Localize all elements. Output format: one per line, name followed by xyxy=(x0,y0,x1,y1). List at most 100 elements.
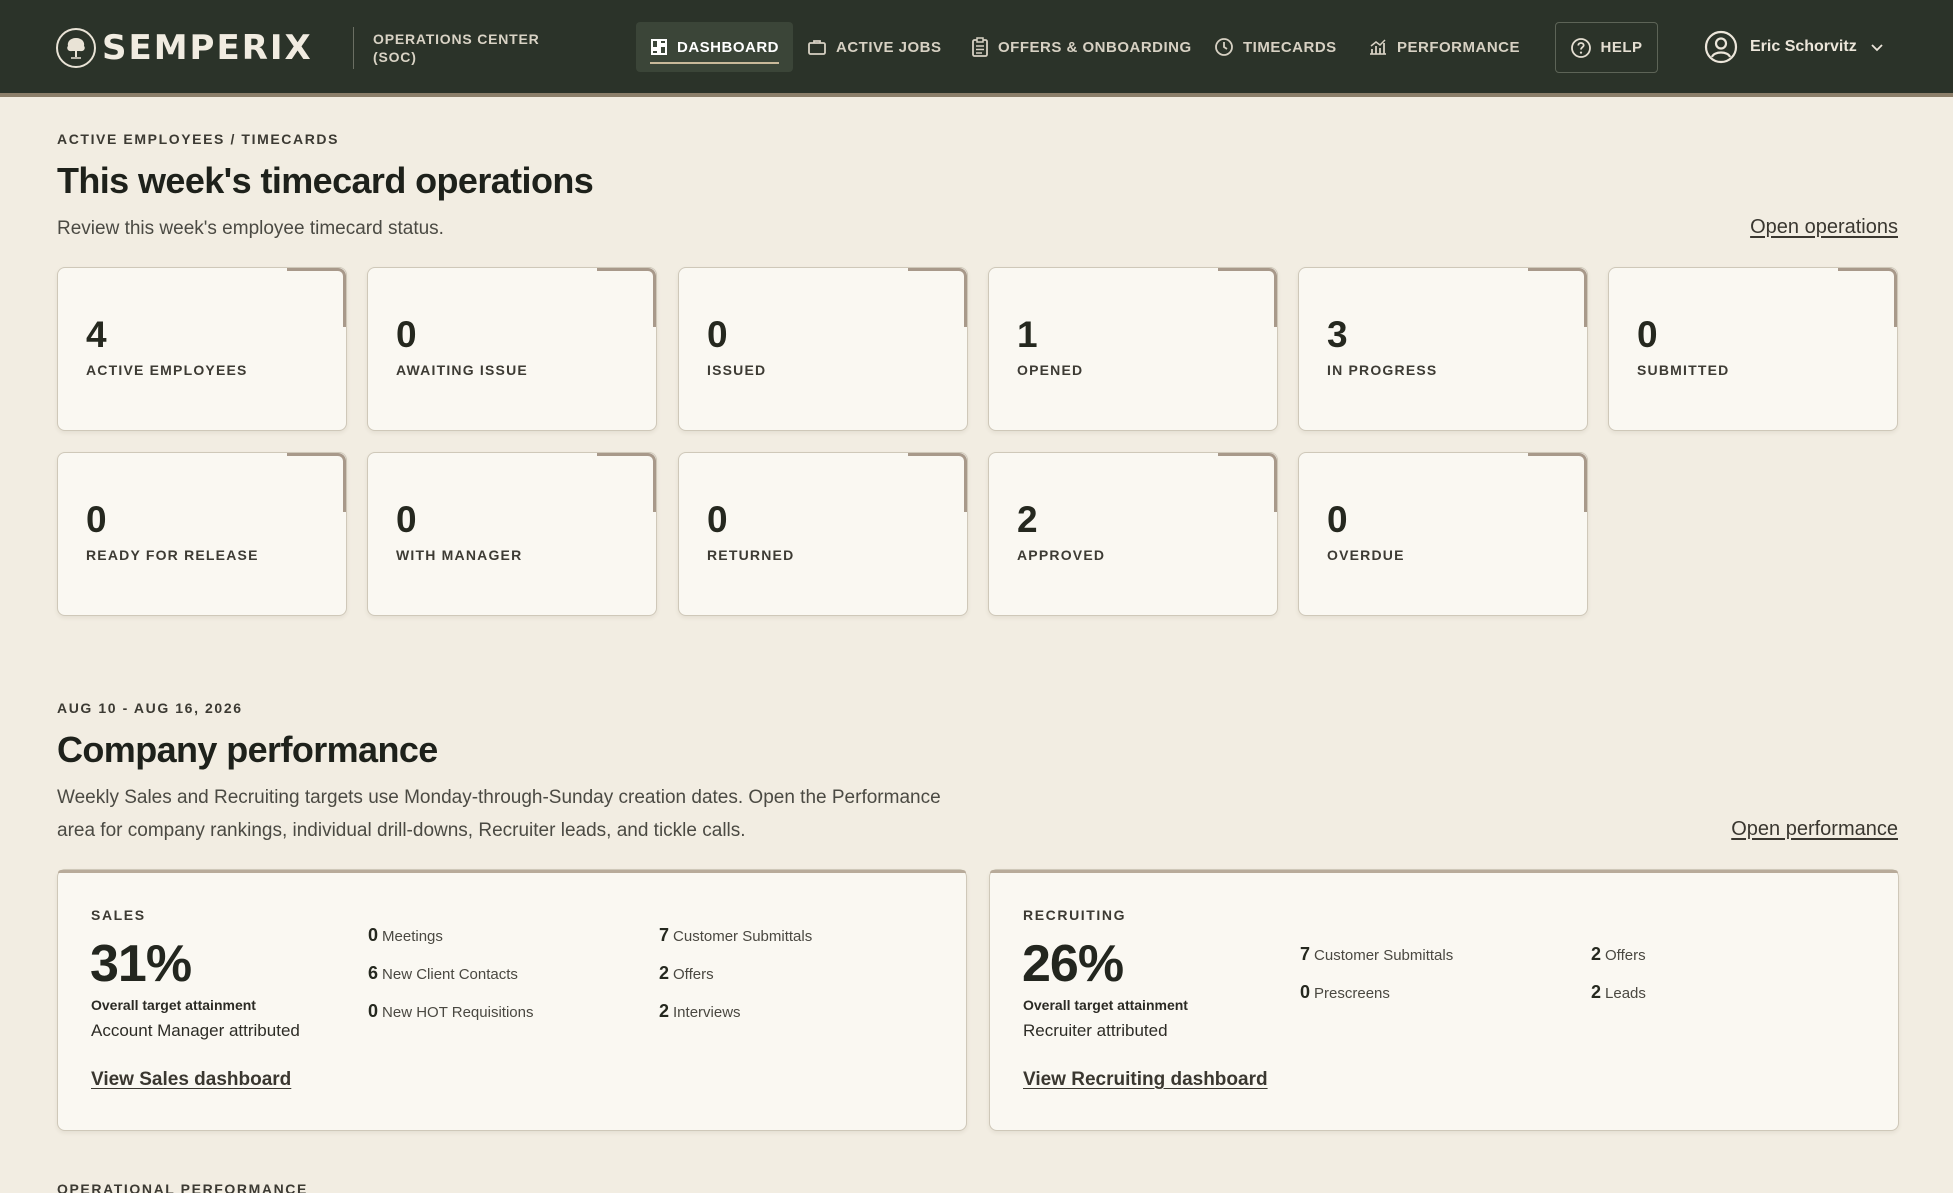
stat-label: OVERDUE xyxy=(1327,547,1405,563)
briefcase-icon xyxy=(808,40,826,55)
metric-label: Offers xyxy=(1605,947,1646,964)
top-navigation-bar: SEMPERIX OPERATIONS CENTER (SOC) DASHBOA… xyxy=(0,0,1953,97)
stat-card-submitted[interactable]: 0 SUBMITTED xyxy=(1608,267,1898,431)
stat-label: APPROVED xyxy=(1017,547,1106,563)
sales-metric-offers: 2 Offers xyxy=(659,963,714,984)
help-label: HELP xyxy=(1600,39,1643,56)
sales-metric-new-client-contacts: 6 New Client Contacts xyxy=(368,963,518,984)
brand-divider xyxy=(353,27,354,69)
sales-metric-interviews: 2 Interviews xyxy=(659,1001,741,1022)
stat-card-awaiting-issue[interactable]: 0 AWAITING ISSUE xyxy=(367,267,657,431)
metric-label: Meetings xyxy=(382,928,443,945)
stat-label: RETURNED xyxy=(707,547,795,563)
stat-label: IN PROGRESS xyxy=(1327,362,1438,378)
nav-label: OFFERS & ONBOARDING xyxy=(998,38,1192,56)
nav-label: PERFORMANCE xyxy=(1397,38,1521,56)
sales-attainment-percent: 31% xyxy=(90,935,192,993)
brand-subtitle: OPERATIONS CENTER (SOC) xyxy=(373,31,540,65)
metric-label: New Client Contacts xyxy=(382,966,518,983)
tree-seal-icon xyxy=(56,28,96,68)
metric-value: 7 xyxy=(1300,944,1311,964)
recruiting-attainment-percent: 26% xyxy=(1022,935,1124,993)
stat-value: 2 xyxy=(1017,499,1038,540)
stat-card-opened[interactable]: 1 OPENED xyxy=(988,267,1278,431)
metric-label: Offers xyxy=(673,966,714,983)
stat-value: 0 xyxy=(1327,499,1348,540)
nav-item-performance[interactable]: PERFORMANCE xyxy=(1368,22,1520,72)
nav-label: DASHBOARD xyxy=(677,38,779,56)
recruiting-metric-prescreens: 0 Prescreens xyxy=(1300,982,1390,1003)
metric-value: 0 xyxy=(368,1001,379,1021)
nav-item-active-jobs[interactable]: ACTIVE JOBS xyxy=(807,22,942,72)
metric-value: 2 xyxy=(659,1001,670,1021)
stat-card-with-manager[interactable]: 0 WITH MANAGER xyxy=(367,452,657,616)
recruiting-metric-leads: 2 Leads xyxy=(1591,982,1646,1003)
sales-metric-new-hot-requisitions: 0 New HOT Requisitions xyxy=(368,1001,533,1022)
timecards-description: Review this week's employee timecard sta… xyxy=(57,218,444,239)
nav-item-dashboard[interactable]: DASHBOARD xyxy=(636,22,793,72)
clock-icon xyxy=(1215,38,1233,56)
recruiting-metric-customer-submittals: 7 Customer Submittals xyxy=(1300,944,1453,965)
nav-item-offers-onboarding[interactable]: OFFERS & ONBOARDING xyxy=(971,22,1192,72)
stat-card-ready-for-release[interactable]: 0 READY FOR RELEASE xyxy=(57,452,347,616)
user-menu[interactable]: Eric Schorvitz xyxy=(1704,30,1885,64)
stat-label: ACTIVE EMPLOYEES xyxy=(86,362,248,378)
open-performance-link[interactable]: Open performance xyxy=(1731,818,1898,841)
metric-label: Customer Submittals xyxy=(1314,947,1454,964)
stat-value: 0 xyxy=(396,499,417,540)
nav-label: TIMECARDS xyxy=(1243,38,1337,56)
timecards-eyebrow: ACTIVE EMPLOYEES / TIMECARDS xyxy=(57,131,340,147)
sales-metric-customer-submittals: 7 Customer Submittals xyxy=(659,925,812,946)
stat-value: 1 xyxy=(1017,314,1038,355)
view-sales-dashboard-link[interactable]: View Sales dashboard xyxy=(91,1069,291,1091)
brand-logo[interactable]: SEMPERIX xyxy=(56,27,313,69)
recruiting-eyebrow: RECRUITING xyxy=(1023,907,1127,923)
recruiting-metric-offers: 2 Offers xyxy=(1591,944,1646,965)
stat-value: 0 xyxy=(86,499,107,540)
sales-attribution: Account Manager attributed xyxy=(91,1021,300,1040)
stat-card-issued[interactable]: 0 ISSUED xyxy=(678,267,968,431)
stat-value: 0 xyxy=(707,499,728,540)
metric-label: Interviews xyxy=(673,1004,741,1021)
performance-description-line-2: area for company rankings, individual dr… xyxy=(57,820,746,841)
help-circle-icon xyxy=(1571,37,1592,58)
nav-item-timecards[interactable]: TIMECARDS xyxy=(1214,22,1337,72)
open-operations-link[interactable]: Open operations xyxy=(1750,216,1898,239)
chart-icon xyxy=(1370,39,1386,55)
recruiting-attainment-label: Overall target attainment xyxy=(1023,997,1188,1013)
sales-eyebrow: SALES xyxy=(91,907,146,923)
stat-value: 0 xyxy=(396,314,417,355)
stat-label: OPENED xyxy=(1017,362,1084,378)
stat-label: READY FOR RELEASE xyxy=(86,547,259,563)
stat-label: SUBMITTED xyxy=(1637,362,1730,378)
chevron-down-icon xyxy=(1871,44,1883,52)
sales-metric-meetings: 0 Meetings xyxy=(368,925,443,946)
stat-card-active-employees[interactable]: 4 ACTIVE EMPLOYEES xyxy=(57,267,347,431)
user-name: Eric Schorvitz xyxy=(1750,38,1857,55)
stat-value: 4 xyxy=(86,314,107,355)
metric-value: 2 xyxy=(659,963,670,983)
clipboard-icon xyxy=(972,37,988,57)
metric-value: 0 xyxy=(368,925,379,945)
stat-label: ISSUED xyxy=(707,362,767,378)
metric-value: 2 xyxy=(1591,944,1602,964)
help-button[interactable]: HELP xyxy=(1555,22,1658,73)
stat-card-returned[interactable]: 0 RETURNED xyxy=(678,452,968,616)
sales-card: SALES 31% Overall target attainment Acco… xyxy=(57,869,967,1131)
view-recruiting-dashboard-link[interactable]: View Recruiting dashboard xyxy=(1023,1069,1268,1091)
metric-value: 2 xyxy=(1591,982,1602,1002)
stat-value: 0 xyxy=(707,314,728,355)
performance-title: Company performance xyxy=(57,729,438,770)
metric-label: Prescreens xyxy=(1314,985,1390,1002)
stat-card-approved[interactable]: 2 APPROVED xyxy=(988,452,1278,616)
sales-attainment-label: Overall target attainment xyxy=(91,997,256,1013)
recruiting-card: RECRUITING 26% Overall target attainment… xyxy=(989,869,1899,1131)
timecards-title: This week's timecard operations xyxy=(57,160,594,201)
nav-label: ACTIVE JOBS xyxy=(836,38,942,56)
stat-card-overdue[interactable]: 0 OVERDUE xyxy=(1298,452,1588,616)
stat-card-in-progress[interactable]: 3 IN PROGRESS xyxy=(1298,267,1588,431)
operational-performance-eyebrow: OPERATIONAL PERFORMANCE xyxy=(57,1181,308,1193)
metric-label: Customer Submittals xyxy=(673,928,813,945)
performance-description-line-1: Weekly Sales and Recruiting targets use … xyxy=(57,787,941,808)
recruiting-attribution: Recruiter attributed xyxy=(1023,1021,1168,1040)
